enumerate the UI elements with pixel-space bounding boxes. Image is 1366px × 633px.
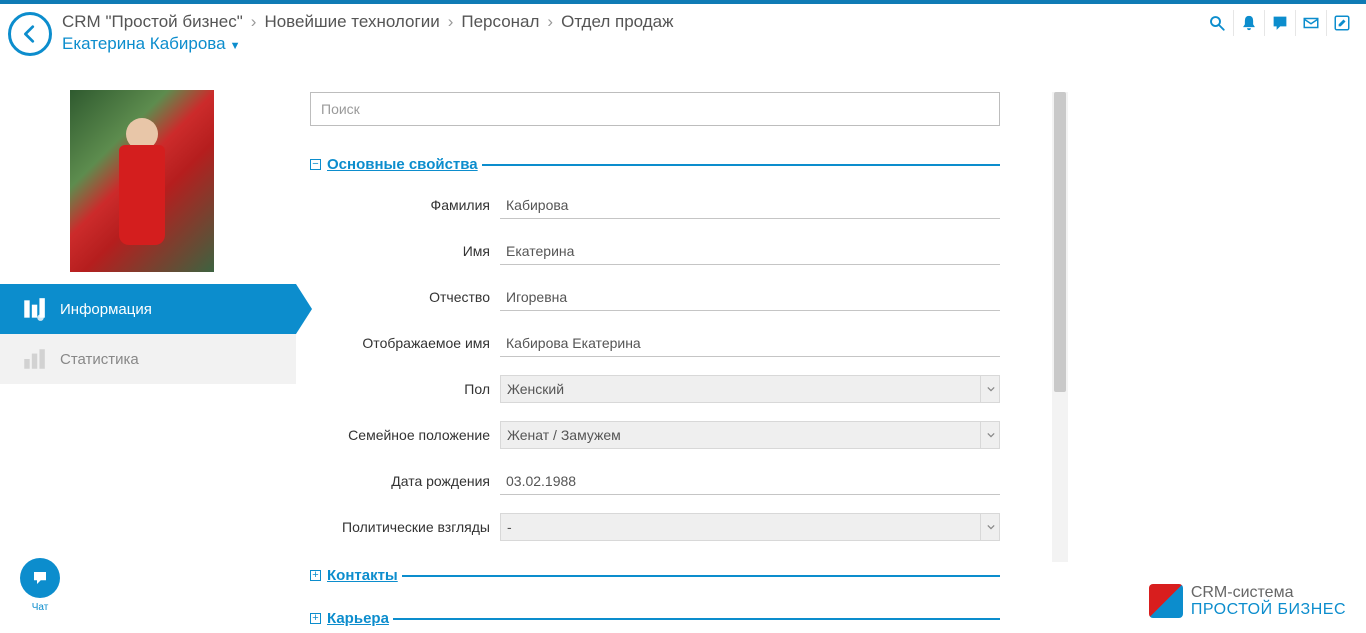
chevron-down-icon [980, 375, 1000, 403]
edit-icon [1333, 14, 1351, 32]
sidebar-tab-label: Информация [60, 301, 152, 318]
section-divider [393, 618, 1000, 620]
label-marital: Семейное положение [310, 427, 500, 443]
section-title[interactable]: Контакты [327, 567, 398, 584]
chat-label: Чат [20, 602, 60, 613]
breadcrumb-level3[interactable]: Отдел продаж [561, 12, 673, 32]
stats-icon [20, 345, 48, 373]
breadcrumb-sep-icon: › [547, 12, 553, 32]
chevron-down-icon [980, 513, 1000, 541]
sidebar-tabs: Информация Статистика [0, 284, 296, 384]
header: CRM "Простой бизнес" › Новейшие технолог… [0, 4, 1366, 62]
avatar[interactable] [70, 90, 214, 272]
input-patronymic[interactable] [500, 283, 1000, 311]
logo-line2: ПРОСТОЙ БИЗНЕС [1191, 601, 1346, 619]
label-gender: Пол [310, 381, 500, 397]
section-title[interactable]: Карьера [327, 610, 389, 627]
form-area: − Основные свойства Фамилия Имя Отчество [310, 92, 1000, 631]
row-gender: Пол Женский [310, 375, 1000, 403]
section-divider [482, 164, 1000, 166]
search-button[interactable] [1202, 10, 1232, 36]
input-birthdate[interactable] [500, 467, 1000, 495]
row-birthdate: Дата рождения [310, 467, 1000, 495]
breadcrumb-level2[interactable]: Персонал [461, 12, 539, 32]
messages-button[interactable] [1264, 10, 1294, 36]
select-political[interactable]: - [500, 513, 1000, 541]
row-patronymic: Отчество [310, 283, 1000, 311]
sidebar-tab-label: Статистика [60, 351, 139, 368]
row-political: Политические взгляды - [310, 513, 1000, 541]
label-last-name: Фамилия [310, 197, 500, 213]
breadcrumb-sep-icon: › [251, 12, 257, 32]
chat-icon [1271, 14, 1289, 32]
logo-line1: CRM-система [1191, 584, 1346, 602]
label-first-name: Имя [310, 243, 500, 259]
expand-toggle[interactable]: + [310, 570, 321, 581]
arrow-left-icon [19, 23, 41, 45]
search-input[interactable] [310, 92, 1000, 126]
bell-icon [1240, 14, 1258, 32]
chat-bubble-icon [20, 558, 60, 598]
mail-icon [1302, 14, 1320, 32]
select-gender[interactable]: Женский [500, 375, 1000, 403]
collapse-toggle[interactable]: − [310, 159, 321, 170]
main: Информация Статистика − Основные свойств… [0, 62, 1366, 631]
section-contacts: + Контакты [310, 567, 1000, 584]
row-first-name: Имя [310, 237, 1000, 265]
expand-toggle[interactable]: + [310, 613, 321, 624]
caret-down-icon: ▼ [230, 40, 241, 52]
breadcrumb-current-dropdown[interactable]: Екатерина Кабирова ▼ [62, 34, 673, 54]
breadcrumb-current-label: Екатерина Кабирова [62, 34, 226, 53]
scrollbar[interactable] [1052, 92, 1068, 562]
search-icon [1208, 14, 1226, 32]
breadcrumb-app[interactable]: CRM "Простой бизнес" [62, 12, 243, 32]
row-last-name: Фамилия [310, 191, 1000, 219]
sidebar-tab-info[interactable]: Информация [0, 284, 296, 334]
content: − Основные свойства Фамилия Имя Отчество [296, 62, 1366, 631]
label-patronymic: Отчество [310, 289, 500, 305]
scrollbar-thumb[interactable] [1054, 92, 1066, 392]
section-main-properties: − Основные свойства Фамилия Имя Отчество [310, 156, 1000, 541]
breadcrumb-level1[interactable]: Новейшие технологии [264, 12, 439, 32]
input-last-name[interactable] [500, 191, 1000, 219]
header-toolbar [1202, 10, 1356, 36]
section-career: + Карьера [310, 610, 1000, 627]
sidebar-tab-stats[interactable]: Статистика [0, 334, 296, 384]
label-political: Политические взгляды [310, 519, 500, 535]
select-political-value: - [507, 519, 512, 535]
select-marital-value: Женат / Замужем [507, 427, 621, 443]
product-logo[interactable]: CRM-система ПРОСТОЙ БИЗНЕС [1149, 584, 1346, 619]
label-birthdate: Дата рождения [310, 473, 500, 489]
row-marital: Семейное положение Женат / Замужем [310, 421, 1000, 449]
edit-button[interactable] [1326, 10, 1356, 36]
breadcrumb-column: CRM "Простой бизнес" › Новейшие технолог… [62, 12, 673, 54]
chevron-down-icon [980, 421, 1000, 449]
back-button[interactable] [8, 12, 52, 56]
input-display-name[interactable] [500, 329, 1000, 357]
section-title[interactable]: Основные свойства [327, 156, 478, 173]
logo-icon [1149, 584, 1183, 618]
select-gender-value: Женский [507, 381, 564, 397]
section-divider [402, 575, 1000, 577]
input-first-name[interactable] [500, 237, 1000, 265]
logo-text: CRM-система ПРОСТОЙ БИЗНЕС [1191, 584, 1346, 619]
info-icon [20, 295, 48, 323]
breadcrumb-sep-icon: › [448, 12, 454, 32]
row-display-name: Отображаемое имя [310, 329, 1000, 357]
notifications-button[interactable] [1233, 10, 1263, 36]
mail-button[interactable] [1295, 10, 1325, 36]
chat-floating-button[interactable]: Чат [20, 558, 60, 613]
select-marital[interactable]: Женат / Замужем [500, 421, 1000, 449]
sidebar: Информация Статистика [0, 62, 296, 631]
label-display-name: Отображаемое имя [310, 335, 500, 351]
breadcrumb: CRM "Простой бизнес" › Новейшие технолог… [62, 12, 673, 32]
